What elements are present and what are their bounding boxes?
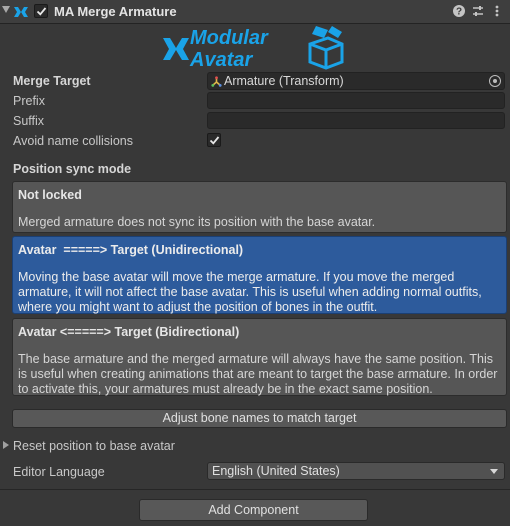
modular-avatar-icon (14, 7, 28, 17)
reset-position-foldout[interactable]: Reset position to base avatar (13, 439, 175, 453)
sync-option-description: The base armature and the merged armatur… (18, 352, 498, 396)
context-menu-icon[interactable] (490, 4, 504, 18)
suffix-input[interactable] (207, 112, 505, 129)
sync-option-bidirectional[interactable]: Avatar <=====> Target (Bidirectional) Th… (12, 318, 507, 396)
prefix-label: Prefix (13, 94, 45, 108)
dropdown-arrow-icon (490, 469, 498, 474)
logo-box-icon (308, 26, 344, 70)
svg-text:?: ? (456, 7, 462, 18)
sync-option-description: Moving the base avatar will move the mer… (18, 270, 482, 314)
logo-line1: Modular (190, 27, 269, 49)
sync-option-title: Avatar <=====> Target (Bidirectional) (18, 325, 240, 339)
editor-language-label: Editor Language (13, 465, 105, 479)
help-icon[interactable]: ? (452, 4, 466, 18)
avoid-name-collisions-label: Avoid name collisions (13, 134, 133, 148)
divider (0, 489, 510, 490)
add-component-button[interactable]: Add Component (139, 499, 368, 521)
avoid-name-collisions-checkbox[interactable] (207, 133, 221, 147)
logo-line2: Avatar (189, 49, 253, 71)
adjust-bone-names-button[interactable]: Adjust bone names to match target (12, 409, 507, 428)
foldout-collapsed-icon[interactable] (3, 441, 9, 449)
component-header[interactable]: MA Merge Armature ? (0, 0, 510, 24)
transform-icon (211, 76, 222, 87)
modular-avatar-logo: Modular Avatar (163, 26, 344, 71)
prefix-input[interactable] (207, 92, 505, 109)
object-picker-icon[interactable] (489, 75, 501, 87)
component-enabled-checkbox[interactable] (34, 4, 48, 18)
editor-language-value: English (United States) (212, 464, 340, 478)
merge-target-field[interactable]: Armature (Transform) (207, 72, 505, 90)
editor-language-dropdown[interactable]: English (United States) (207, 462, 505, 480)
component-title: MA Merge Armature (54, 4, 177, 19)
sync-option-title: Avatar =====> Target (Unidirectional) (18, 243, 244, 257)
sync-option-title: Not locked (18, 188, 82, 202)
presets-icon[interactable] (471, 4, 485, 18)
sync-option-description: Merged armature does not sync its positi… (18, 215, 376, 229)
sync-option-unidirectional[interactable]: Avatar =====> Target (Unidirectional) Mo… (12, 236, 507, 314)
merge-target-value: Armature (Transform) (224, 74, 344, 88)
suffix-label: Suffix (13, 114, 45, 128)
position-sync-heading: Position sync mode (13, 162, 132, 176)
merge-target-label: Merge Target (13, 74, 91, 88)
sync-option-not-locked[interactable]: Not locked Merged armature does not sync… (12, 181, 507, 233)
foldout-expanded-icon[interactable] (2, 6, 10, 13)
